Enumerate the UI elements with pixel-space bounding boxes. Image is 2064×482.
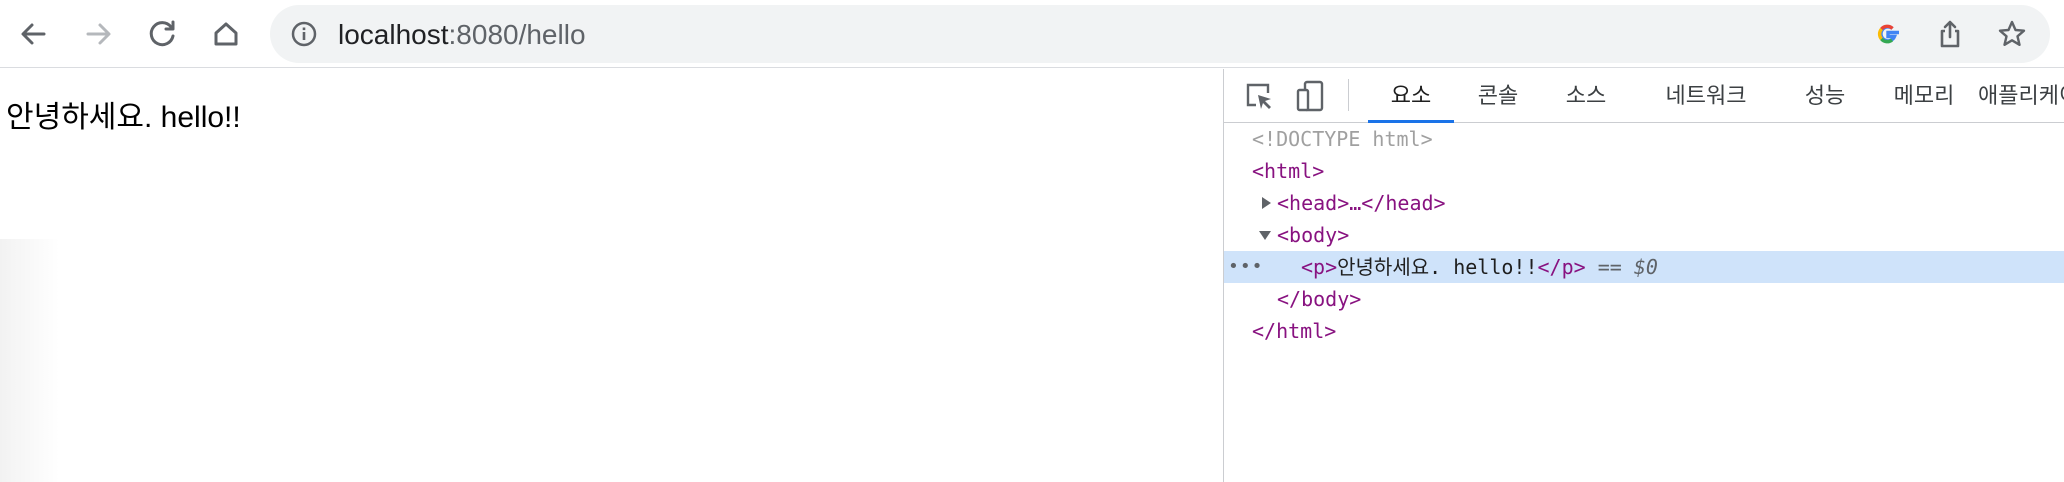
- share-button[interactable]: [1934, 18, 1966, 50]
- inspect-cursor-icon: [1246, 83, 1271, 109]
- inspect-element-button[interactable]: [1242, 79, 1276, 113]
- tree-row-body[interactable]: <body>: [1224, 219, 2064, 251]
- page-shadow: [0, 239, 60, 482]
- collapse-arrow-icon[interactable]: [1258, 228, 1272, 242]
- url-path: :8080/hello: [448, 19, 586, 50]
- tab-sources[interactable]: 소스: [1550, 69, 1622, 122]
- expand-arrow-icon[interactable]: [1259, 196, 1273, 210]
- p-node: <p>안녕하세요. hello!!</p> == $0: [1301, 251, 1658, 283]
- url-text[interactable]: localhost:8080/hello: [338, 19, 586, 51]
- selected-node-marker: == $0: [1597, 255, 1658, 279]
- tab-performance[interactable]: 성능: [1790, 69, 1860, 122]
- more-actions-icon[interactable]: •••: [1228, 251, 1264, 283]
- tree-row-html-close[interactable]: </html>: [1224, 315, 2064, 347]
- devtools-tabbar: 요소 콘솔 소스 네트워크 성능 메모리 애플리케이: [1224, 69, 2064, 123]
- p-text-node: 안녕하세요. hello!!: [1337, 255, 1538, 279]
- p-close-tag: </p>: [1537, 255, 1586, 279]
- address-bar[interactable]: localhost:8080/hello: [270, 5, 2050, 63]
- tab-elements[interactable]: 요소: [1368, 69, 1454, 123]
- home-icon: [214, 22, 238, 46]
- page-viewport: 안녕하세요. hello!!: [0, 69, 1223, 482]
- tree-row-html[interactable]: <html>: [1224, 155, 2064, 187]
- back-button[interactable]: [12, 12, 56, 56]
- google-lens-button[interactable]: [1872, 18, 1904, 50]
- reload-icon: [149, 20, 175, 47]
- tab-memory[interactable]: 메모리: [1876, 69, 1972, 122]
- devtools-panel: 요소 콘솔 소스 네트워크 성능 메모리 애플리케이 <!DOCTYPE htm…: [1223, 69, 2064, 482]
- reload-button[interactable]: [140, 12, 184, 56]
- p-open-tag: <p>: [1301, 255, 1338, 279]
- tree-row-body-close[interactable]: </body>: [1224, 283, 2064, 315]
- google-lens-icon: [1877, 24, 1899, 44]
- forward-arrow-icon: [86, 23, 111, 45]
- browser-toolbar: localhost:8080/hello: [0, 0, 2064, 68]
- tab-console[interactable]: 콘솔: [1462, 69, 1534, 122]
- tab-network[interactable]: 네트워크: [1638, 69, 1774, 122]
- back-arrow-icon: [21, 23, 46, 45]
- device-toggle-icon: [1296, 80, 1324, 112]
- tree-row-doctype[interactable]: <!DOCTYPE html>: [1224, 123, 2064, 155]
- body-close-tag: </body>: [1277, 287, 1362, 311]
- html-close-tag: </html>: [1252, 319, 1337, 343]
- site-info-icon: [291, 21, 317, 47]
- home-button[interactable]: [204, 12, 248, 56]
- site-info-button[interactable]: [290, 20, 318, 48]
- head-collapsed-tag: <head>…</head>: [1277, 191, 1446, 215]
- body-open-tag: <body>: [1277, 223, 1350, 247]
- html-open-tag: <html>: [1252, 159, 1325, 183]
- bookmark-button[interactable]: [1996, 18, 2028, 50]
- tree-row-p-selected[interactable]: ••• <p>안녕하세요. hello!!</p> == $0: [1224, 251, 2064, 283]
- tree-row-head[interactable]: <head>…</head>: [1224, 187, 2064, 219]
- device-toolbar-button[interactable]: [1294, 79, 1328, 113]
- forward-button[interactable]: [76, 12, 120, 56]
- toolbar-divider: [1348, 79, 1349, 111]
- doctype-node: <!DOCTYPE html>: [1252, 127, 1433, 151]
- url-host: localhost: [338, 19, 449, 50]
- bookmark-star-icon: [1998, 20, 2026, 46]
- page-paragraph: 안녕하세요. hello!!: [6, 101, 241, 134]
- tab-application[interactable]: 애플리케이: [1978, 69, 2064, 122]
- share-icon: [1940, 20, 1960, 48]
